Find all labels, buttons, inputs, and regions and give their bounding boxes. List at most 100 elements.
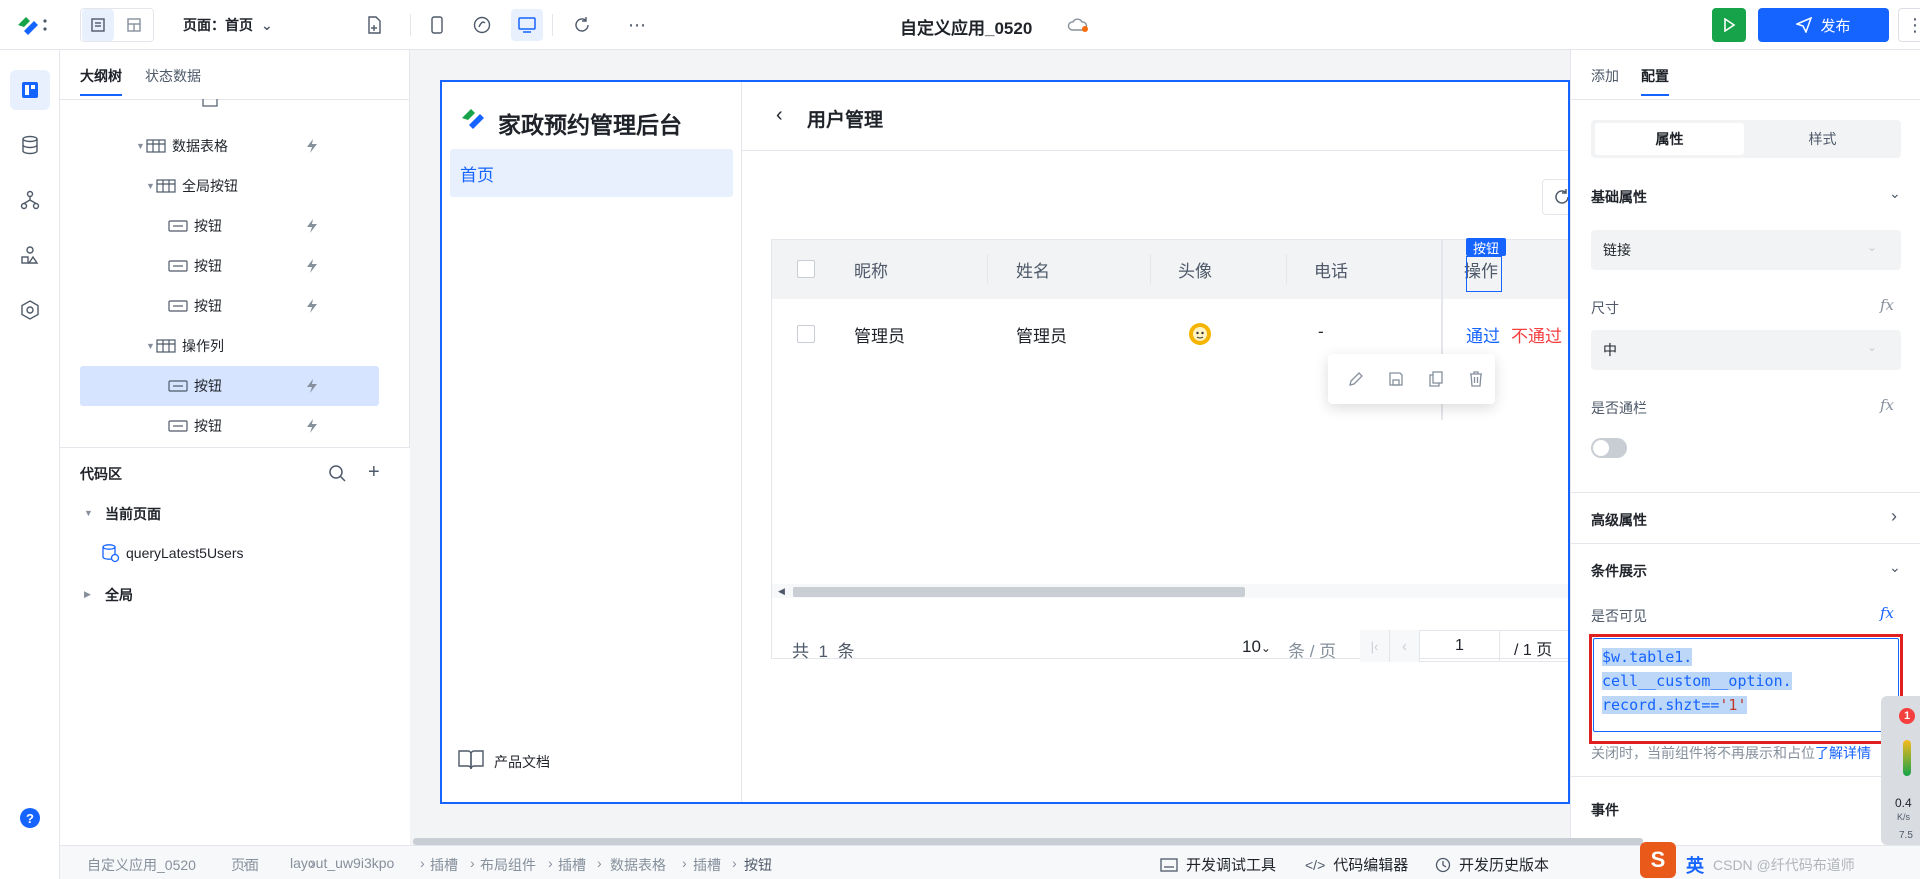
crumb-item[interactable]: 插槽 <box>693 855 721 875</box>
scroll-left-icon[interactable]: ◀ <box>778 586 785 597</box>
prev-page-icon[interactable]: ‹ <box>1390 630 1420 662</box>
reject-button[interactable]: 不通过 <box>1511 322 1562 347</box>
tab-state-data[interactable]: 状态数据 <box>145 66 201 86</box>
crumb-item[interactable]: 插槽 <box>430 855 458 875</box>
first-page-icon[interactable]: |‹ <box>1360 630 1390 662</box>
page-select[interactable]: 页面：首页 ⌄ <box>183 15 273 35</box>
ime-lang[interactable]: 英 <box>1686 852 1704 878</box>
workflow-icon[interactable] <box>10 180 50 220</box>
advanced-props-header[interactable]: 高级属性 <box>1591 510 1647 530</box>
help-icon[interactable]: ? <box>20 808 40 828</box>
config-panel: 添加 配置 属性 样式 基础属性 ⌄ 链接 ⌄ 尺寸 fx 中 ⌄ 是否通栏 fx … <box>1570 50 1920 845</box>
tab-add[interactable]: 添加 <box>1591 66 1619 86</box>
query-item[interactable]: queryLatest5Users <box>126 545 244 561</box>
tree-item-data-table[interactable]: ▼ 数据表格 <box>80 126 379 166</box>
mobile-preview-icon[interactable] <box>421 9 453 41</box>
seg-properties[interactable]: 属性 <box>1595 123 1744 155</box>
block-toggle[interactable] <box>1591 438 1627 458</box>
add-code-icon[interactable]: + <box>368 461 380 484</box>
search-icon[interactable] <box>328 464 346 482</box>
miniprogram-preview-icon[interactable] <box>466 9 498 41</box>
tree-item-button[interactable]: 按钮 <box>80 246 379 286</box>
divider <box>742 150 1568 151</box>
current-page-input[interactable]: 1 <box>1420 630 1500 662</box>
chevron-right-icon[interactable]: › <box>1891 506 1897 527</box>
database-icon[interactable] <box>10 125 50 165</box>
table-refresh-button[interactable] <box>1542 179 1568 215</box>
edit-icon[interactable] <box>1348 371 1364 387</box>
scrollbar-thumb[interactable] <box>793 587 1245 597</box>
run-button[interactable] <box>1712 8 1746 42</box>
events-header[interactable]: 事件 <box>1591 800 1619 820</box>
canvas-horizontal-scrollbar[interactable] <box>413 838 1643 845</box>
more-menu-button[interactable]: ⋮ <box>1898 8 1920 42</box>
fx-icon-active[interactable]: fx <box>1880 604 1894 622</box>
caret-down-icon[interactable]: ▼ <box>84 508 93 518</box>
crumb-item[interactable]: 页面 <box>231 855 259 875</box>
chevron-down-icon[interactable]: ⌄ <box>1889 559 1901 576</box>
visible-expression-editor[interactable]: $w.table1. cell__custom__option. record.… <box>1593 638 1899 732</box>
desktop-preview-icon[interactable] <box>511 9 543 41</box>
chevron-right-icon: › <box>420 855 425 871</box>
crumb-item[interactable]: layout_uw9i3kpo <box>290 855 394 871</box>
global-node[interactable]: 全局 <box>105 585 133 605</box>
button-icon <box>168 220 188 232</box>
cond-display-header[interactable]: 条件展示 <box>1591 561 1647 581</box>
product-docs-link[interactable]: 产品文档 <box>494 752 550 772</box>
copy-icon[interactable] <box>1428 371 1444 387</box>
tab-outline-tree[interactable]: 大纲树 <box>80 66 122 96</box>
size-select[interactable]: 中 ⌄ <box>1591 330 1901 370</box>
settings-hex-icon[interactable] <box>10 290 50 330</box>
menu-item-home[interactable]: 首页 <box>450 149 733 197</box>
tree-item-button-selected[interactable]: 按钮 <box>80 366 379 406</box>
app-logo-icon[interactable] <box>16 14 50 36</box>
crumb-item-current[interactable]: 按钮 <box>744 855 772 875</box>
tree-item-global-buttons[interactable]: ▼ 全局按钮 <box>80 166 379 206</box>
tab-config[interactable]: 配置 <box>1641 66 1669 96</box>
cloud-sync-icon[interactable] <box>1067 16 1089 34</box>
add-page-icon[interactable] <box>358 9 390 41</box>
crumb-item[interactable]: 插槽 <box>558 855 586 875</box>
row-checkbox[interactable] <box>797 325 815 343</box>
pass-button[interactable]: 通过 <box>1466 322 1500 347</box>
tree-item-button[interactable]: 按钮 <box>80 286 379 326</box>
fx-icon[interactable]: fx <box>1880 296 1894 314</box>
type-select[interactable]: 链接 ⌄ <box>1591 230 1901 270</box>
tree-item-button[interactable]: 按钮 <box>80 206 379 246</box>
page-size-select[interactable]: 10⌄ <box>1242 637 1271 657</box>
chevron-down-icon[interactable]: ⌄ <box>1889 185 1901 202</box>
history-button[interactable]: 开发历史版本 <box>1435 854 1549 875</box>
save-icon[interactable] <box>1388 371 1404 387</box>
page-size-value: 10 <box>1242 637 1261 656</box>
basic-props-header[interactable]: 基础属性 <box>1591 187 1647 207</box>
crumb-item[interactable]: 布局组件 <box>480 855 536 875</box>
crumb-item[interactable]: 自定义应用_0520 <box>87 855 196 875</box>
back-icon[interactable]: ‹ <box>776 104 783 127</box>
chevron-down-icon: ⌄ <box>261 17 273 33</box>
tree-item-button[interactable]: 按钮 <box>80 406 379 446</box>
current-page-node[interactable]: 当前页面 <box>105 504 161 524</box>
select-all-checkbox[interactable] <box>797 260 815 278</box>
fx-icon[interactable]: fx <box>1880 396 1894 414</box>
layout-view-icon[interactable] <box>118 9 150 41</box>
caret-down-icon[interactable]: ▼ <box>136 141 146 151</box>
debug-tools-button[interactable]: 开发调试工具 <box>1160 854 1276 875</box>
components-icon[interactable] <box>10 235 50 275</box>
outline-tree-icon[interactable] <box>10 70 50 110</box>
bolt-icon <box>307 419 317 433</box>
ime-logo-icon[interactable]: S <box>1640 842 1676 878</box>
more-tools-icon[interactable]: ⋯ <box>621 9 653 41</box>
publish-button[interactable]: 发布 <box>1758 8 1889 42</box>
learn-more-link[interactable]: 了解详情 <box>1815 745 1871 761</box>
tree-item-action-column[interactable]: ▼ 操作列 <box>80 326 379 366</box>
outline-view-icon[interactable] <box>82 9 114 41</box>
caret-down-icon[interactable]: ▼ <box>146 181 156 191</box>
chevron-right-icon: › <box>682 855 687 871</box>
seg-style[interactable]: 样式 <box>1748 123 1897 155</box>
refresh-icon[interactable] <box>566 9 598 41</box>
delete-icon[interactable] <box>1468 371 1484 387</box>
code-editor-button[interactable]: </> 代码编辑器 <box>1305 854 1408 875</box>
caret-down-icon[interactable]: ▼ <box>146 341 156 351</box>
caret-right-icon[interactable]: ▶ <box>84 589 91 600</box>
crumb-item[interactable]: 数据表格 <box>610 855 666 875</box>
